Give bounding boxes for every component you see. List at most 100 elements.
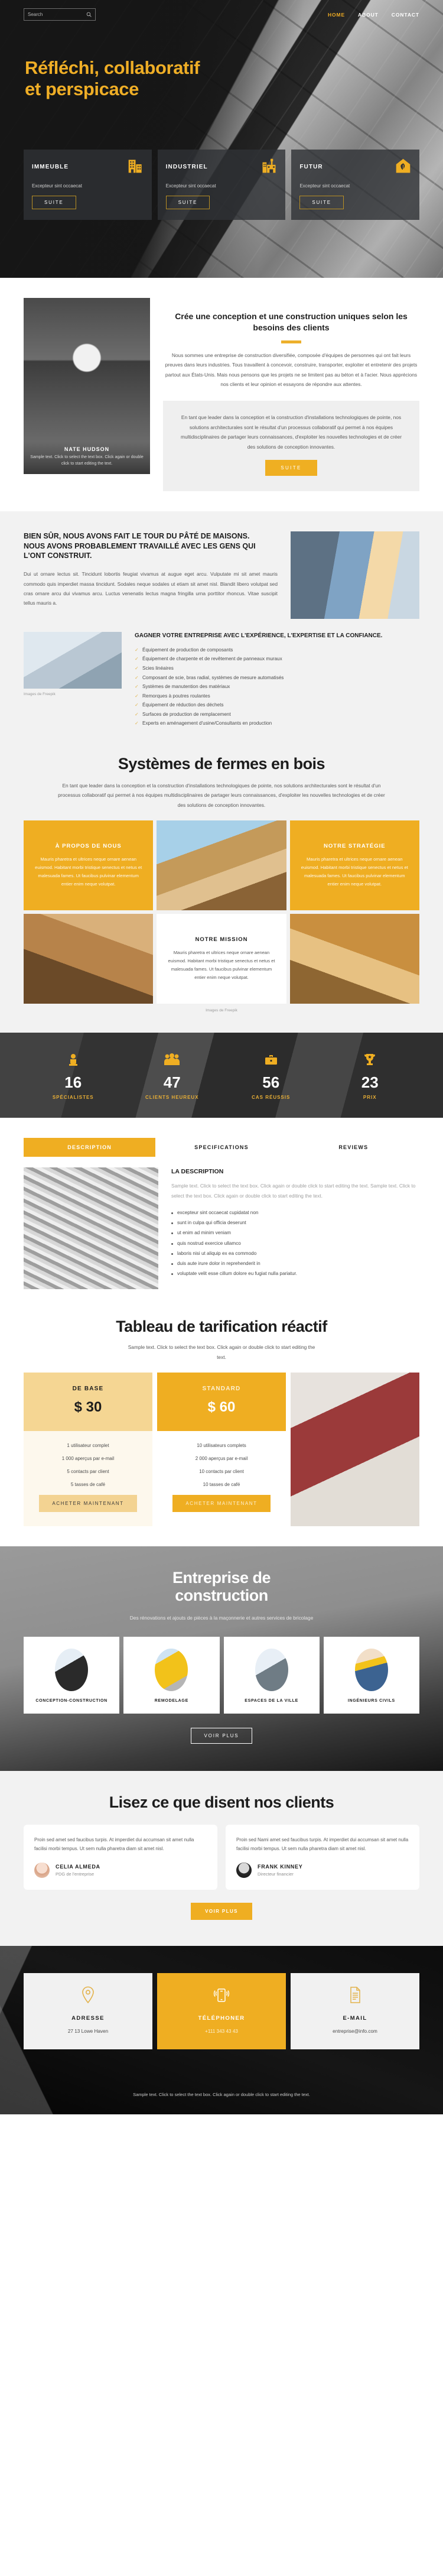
nav-item-about[interactable]: ABOUT <box>358 12 379 18</box>
worker-name: NATE HUDSON <box>64 446 110 452</box>
plan-buy-button[interactable]: ACHETER MAINTENANT <box>172 1495 271 1513</box>
bullet-item: excepteur sint occaecat cupidatat non <box>171 1208 419 1218</box>
contact-card-adresse[interactable]: ADRESSE 27 13 Lowe Haven <box>24 1973 152 2050</box>
plan-feature: 5 contacts par client <box>67 1469 109 1475</box>
testimonials-section: Lisez ce que disent nos clients Proin se… <box>0 1771 443 1946</box>
contact-value: 27 13 Lowe Haven <box>67 2029 109 2035</box>
service-title: ESPACES DE LA VILLE <box>245 1698 298 1703</box>
checklist-item: Surfaces de production de remplacement <box>135 710 419 719</box>
trusses-heading: Systèmes de fermes en bois <box>118 754 325 773</box>
stat-label: SPÉCIALISTES <box>52 1095 94 1101</box>
hero-card-immeuble[interactable]: IMMEUBLE Excepteur sint occaecat SUITE <box>24 149 152 220</box>
hero-title-line1: Réfléchi, collaboratif <box>25 57 200 78</box>
testimonials-list: Proin sed amet sed faucibus turpis. At i… <box>24 1824 419 1890</box>
main-nav: HOME ABOUT CONTACT <box>328 12 419 18</box>
worker-caption: Sample text. Click to select the text bo… <box>30 455 144 466</box>
bullet-item: duis aute irure dolor in reprehenderit i… <box>171 1258 419 1268</box>
contact-card-telephoner[interactable]: TÉLÉPHONER +111 343 43 43 <box>157 1973 286 2050</box>
eco-house-icon <box>396 158 411 173</box>
checklist-item: Composant de scie, bras radial, systèmes… <box>135 674 419 682</box>
tab-reviews[interactable]: REVIEWS <box>288 1138 419 1157</box>
about-section: BIEN SÛR, NOUS AVONS FAIT LE TOUR DU PÂT… <box>0 511 443 749</box>
hero-card-button[interactable]: SUITE <box>165 195 210 209</box>
saw-work-image <box>24 914 154 1004</box>
hero-card-futur[interactable]: FUTUR Excepteur sint occaecat SUITE <box>291 149 420 220</box>
checklist-item: Équipement de réduction des déchets <box>135 701 419 709</box>
hero-card-desc: Excepteur sint occaecat <box>32 183 82 189</box>
plan-name: STANDARD <box>202 1386 241 1393</box>
engineers-image <box>24 631 122 689</box>
hero-card-title: FUTUR <box>299 163 323 170</box>
footer-section: ADRESSE 27 13 Lowe Haven TÉLÉPHONER +111… <box>0 1946 443 2114</box>
tile-text: Mauris pharetra et ultrices neque ornare… <box>301 856 408 887</box>
service-card-ingenieurs[interactable]: INGÉNIEURS CIVILS <box>323 1636 419 1714</box>
mobile-phone-icon <box>213 1988 230 2002</box>
hero-title: Réfléchi, collaboratif et perspicace <box>25 57 279 100</box>
stat-label: PRIX <box>363 1095 377 1101</box>
stat-label: CLIENTS HEUREUX <box>145 1095 199 1101</box>
plan-price: $ 30 <box>74 1399 102 1416</box>
hero-card-button[interactable]: SUITE <box>299 195 344 209</box>
plan-feature: 10 tasses de café <box>203 1482 240 1488</box>
stat-clients: 47 CLIENTS HEUREUX <box>123 1053 222 1100</box>
hero-card-button[interactable]: SUITE <box>32 195 76 209</box>
hero-title-line2: et perspicace <box>25 78 139 99</box>
stat-number: 16 <box>64 1073 82 1092</box>
checklist-item: Équipement de charpente et de revêtement… <box>135 655 419 663</box>
hero-card-title: IMMEUBLE <box>32 163 69 170</box>
checklist-item: Systèmes de manutention des matériaux <box>135 683 419 691</box>
bullet-item: ut enim ad minim veniam <box>171 1228 419 1238</box>
tile-text: Mauris pharetra et ultrices neque ornare… <box>35 856 142 887</box>
service-card-remodelage[interactable]: REMODELAGE <box>123 1636 220 1714</box>
pricing-subtitle: Sample text. Click to select the text bo… <box>128 1344 315 1360</box>
services-section: Entreprise de construction Des rénovatio… <box>0 1546 443 1772</box>
nav-item-contact[interactable]: CONTACT <box>392 12 419 18</box>
tab-panel-heading: LA DESCRIPTION <box>171 1168 224 1176</box>
testimonials-heading: Lisez ce que disent nos clients <box>109 1793 334 1812</box>
testimonial-card: Proin sed amet sed faucibus turpis. At i… <box>24 1824 217 1890</box>
design-panel-button[interactable]: SUITE <box>265 459 317 476</box>
service-card-espaces[interactable]: ESPACES DE LA VILLE <box>223 1636 320 1714</box>
services-more-button[interactable]: VOIR PLUS <box>190 1728 253 1744</box>
nav-item-home[interactable]: HOME <box>328 12 345 18</box>
footer-note: Sample text. Click to select the text bo… <box>133 2092 310 2098</box>
contact-cards: ADRESSE 27 13 Lowe Haven TÉLÉPHONER +111… <box>24 1973 419 2050</box>
hero-card-industriel[interactable]: INDUSTRIEL Excepteur sint occaecat SUITE <box>157 149 286 220</box>
service-image <box>55 1648 89 1691</box>
stat-number: 56 <box>262 1073 280 1092</box>
avatar <box>236 1863 252 1879</box>
worker-portrait-image: NATE HUDSON Sample text. Click to select… <box>24 298 150 474</box>
hero-section: HOME ABOUT CONTACT Réfléchi, collaborati… <box>0 0 443 278</box>
pricing-plans: DE BASE $ 30 1 utilisateur complet 1 000… <box>24 1373 419 1527</box>
design-panel-paragraph: En tant que leader dans la conception et… <box>180 414 402 450</box>
tile-about-us: À PROPOS DE NOUS Mauris pharetra et ultr… <box>24 820 154 911</box>
tab-bar: DESCRIPTION SPECIFICATIONS REVIEWS <box>24 1138 419 1157</box>
service-card-conception[interactable]: CONCEPTION-CONSTRUCTION <box>24 1636 120 1714</box>
facade-pattern-image <box>24 1167 158 1290</box>
service-image <box>354 1648 388 1691</box>
testimonial-name: CELIA ALMEDA <box>56 1864 100 1870</box>
contact-card-email[interactable]: E-MAIL entreprise@info.com <box>291 1973 419 2050</box>
trophy-icon <box>364 1054 376 1066</box>
checklist-item: Scies linéaires <box>135 664 419 673</box>
services-heading: Entreprise de construction <box>24 1569 419 1604</box>
bullet-item: quis nostrud exercice ullamco <box>171 1238 419 1248</box>
bullet-item: sunt in culpa qui officia deserunt <box>171 1218 419 1228</box>
plan-feature: 1 utilisateur complet <box>67 1443 109 1449</box>
plan-buy-button[interactable]: ACHETER MAINTENANT <box>38 1495 138 1513</box>
map-pin-icon <box>82 1986 94 2004</box>
plan-standard: STANDARD $ 60 10 utilisateurs complets 2… <box>157 1373 286 1527</box>
tab-bullet-list: excepteur sint occaecat cupidatat non su… <box>171 1208 419 1279</box>
tab-description[interactable]: DESCRIPTION <box>24 1138 156 1157</box>
testimonial-name: FRANK KINNEY <box>258 1864 303 1870</box>
tabs-section: DESCRIPTION SPECIFICATIONS REVIEWS LA DE… <box>0 1118 443 1310</box>
city-building-image <box>291 531 419 619</box>
plan-feature: 1 000 aperçus par e-mail <box>61 1456 115 1462</box>
search-box[interactable] <box>24 8 96 21</box>
search-input[interactable] <box>28 12 79 17</box>
tab-specifications[interactable]: SPECIFICATIONS <box>155 1138 287 1157</box>
about-image-credit: Images de Freepik <box>24 692 56 696</box>
about-checklist: Équipement de production de composants É… <box>135 646 419 728</box>
stat-specialistes: 16 SPÉCIALISTES <box>24 1053 123 1100</box>
testimonials-more-button[interactable]: VOIR PLUS <box>191 1903 252 1920</box>
